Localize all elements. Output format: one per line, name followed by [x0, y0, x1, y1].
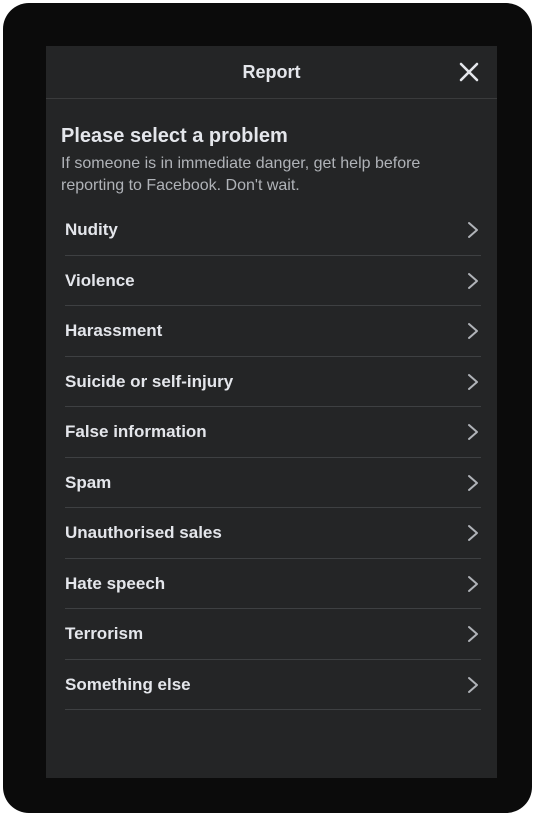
dialog-header: Report — [46, 46, 497, 99]
option-label: Violence — [65, 270, 135, 290]
option-hate-speech[interactable]: Hate speech — [65, 559, 481, 609]
option-label: Harassment — [65, 321, 163, 340]
option-label: Terrorism — [65, 624, 144, 643]
option-suicide-self-injury[interactable]: Suicide or self-injury — [65, 357, 481, 407]
option-nudity[interactable]: Nudity — [65, 205, 481, 256]
option-label: Suicide or self-injury — [65, 371, 234, 391]
option-label: Hate speech — [65, 573, 166, 593]
option-spam[interactable]: Spam — [65, 458, 481, 508]
chevron-right-icon — [468, 626, 478, 642]
device-frame: Report Please select a problem If someon… — [3, 3, 532, 813]
option-label: Spam — [65, 472, 112, 492]
chevron-right-icon — [468, 676, 478, 693]
option-something-else[interactable]: Something else — [65, 660, 481, 710]
chevron-right-icon — [468, 222, 478, 238]
option-violence[interactable]: Violence — [65, 256, 481, 306]
option-false-information[interactable]: False information — [65, 407, 481, 458]
option-unauthorised-sales[interactable]: Unauthorised sales — [65, 508, 481, 559]
chevron-right-icon — [468, 323, 478, 339]
option-terrorism[interactable]: Terrorism — [65, 609, 481, 660]
option-label: Nudity — [65, 220, 118, 239]
option-label: Unauthorised sales — [65, 523, 222, 542]
close-icon — [459, 62, 479, 82]
chevron-right-icon — [468, 272, 478, 289]
option-harassment[interactable]: Harassment — [65, 306, 481, 357]
problem-subtitle: If someone is in immediate danger, get h… — [61, 155, 421, 194]
problem-title: Please select a problem — [61, 125, 288, 147]
chevron-right-icon — [468, 474, 478, 491]
option-label: False information — [65, 422, 207, 441]
chevron-right-icon — [468, 575, 478, 592]
option-label: Something else — [65, 674, 191, 694]
dialog-content: Please select a problem If someone is in… — [46, 99, 497, 710]
chevron-right-icon — [468, 525, 478, 541]
dialog-title: Report — [242, 62, 301, 82]
report-dialog: Report Please select a problem If someon… — [46, 46, 497, 778]
problem-options-list: Nudity Violence Harassment Suicide or se… — [61, 205, 481, 710]
chevron-right-icon — [468, 424, 478, 440]
chevron-right-icon — [468, 373, 478, 390]
close-button[interactable] — [457, 60, 481, 84]
